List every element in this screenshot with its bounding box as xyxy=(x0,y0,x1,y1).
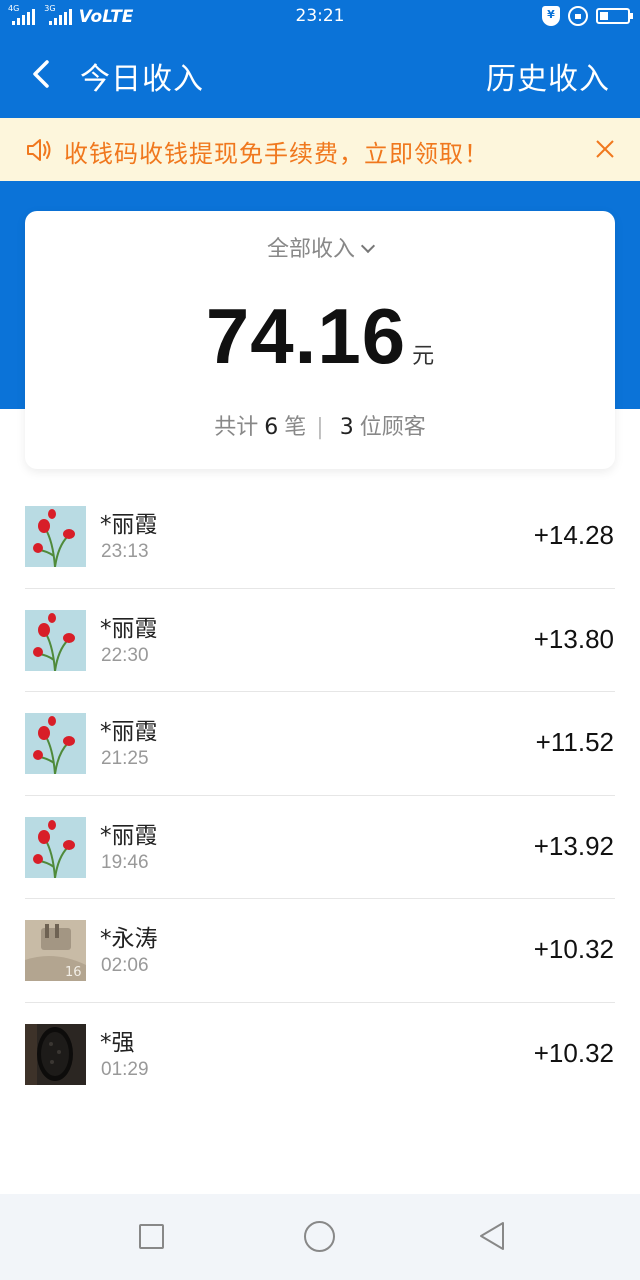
transaction-amount: +14.28 xyxy=(533,520,614,550)
avatar: 16 xyxy=(25,920,86,982)
transaction-amount: +10.32 xyxy=(533,934,614,965)
currency-unit: 元 xyxy=(412,344,435,369)
customer-count: 3 xyxy=(339,415,354,440)
app-header: 今日收入 历史收入 xyxy=(0,32,640,118)
history-income-link[interactable]: 历史收入 xyxy=(486,54,610,98)
stats-prefix: 共计 xyxy=(214,415,259,440)
payer-name: *强 xyxy=(100,1029,135,1056)
triangle-back-icon[interactable] xyxy=(478,1220,506,1252)
count-unit: 笔 xyxy=(284,415,307,440)
transaction-row[interactable]: *丽霞 23:13 +14.28 xyxy=(0,485,640,589)
total-amount-row: 74.16 元 xyxy=(25,291,615,382)
svg-text:16: 16 xyxy=(65,965,82,980)
stats-separator: | xyxy=(316,415,324,440)
speaker-icon xyxy=(27,139,51,161)
payer-name: *丽霞 xyxy=(100,822,158,849)
system-nav-bar xyxy=(0,1194,640,1280)
customers-unit: 位顾客 xyxy=(359,415,426,440)
square-icon[interactable] xyxy=(139,1224,164,1249)
circle-icon[interactable] xyxy=(304,1221,335,1252)
battery-icon xyxy=(596,8,633,24)
chevron-left-icon[interactable] xyxy=(28,59,58,89)
transaction-time: 01:29 xyxy=(101,1058,149,1080)
rotation-lock-icon xyxy=(568,6,588,26)
payer-name: *永涛 xyxy=(100,926,158,953)
avatar xyxy=(25,713,86,775)
transaction-row[interactable]: 16 *永涛 02:06 +10.32 xyxy=(0,899,640,1003)
payer-name: *丽霞 xyxy=(100,512,158,538)
transaction-row[interactable]: *丽霞 19:46 +13.92 xyxy=(0,796,640,900)
page-title: 今日收入 xyxy=(80,62,204,97)
notice-text: 收钱码收钱提现免手续费，立即领取！ xyxy=(64,140,489,168)
close-icon[interactable] xyxy=(594,138,616,160)
transaction-amount: +11.52 xyxy=(535,727,614,758)
filter-label: 全部收入 xyxy=(266,237,355,262)
summary-stats: 共计 6 笔 | 3 位顾客 xyxy=(25,409,615,441)
transaction-time: 23:13 xyxy=(101,541,149,562)
transaction-list: *丽霞 23:13 +14.28 *丽霞 22:30 +13.80 *丽霞 21:25 +11.… xyxy=(0,485,640,1107)
transaction-count: 6 xyxy=(264,415,279,440)
total-amount: 74.16 xyxy=(205,292,407,380)
transaction-time: 02:06 xyxy=(101,955,149,977)
transaction-amount: +10.32 xyxy=(533,1037,614,1068)
payer-name: *丽霞 xyxy=(100,719,158,746)
avatar xyxy=(25,609,86,671)
transaction-row[interactable]: *强 01:29 +10.32 xyxy=(0,1003,640,1107)
avatar xyxy=(25,1023,86,1085)
payment-shield-icon: ¥ xyxy=(542,6,560,26)
payer-name: *丽霞 xyxy=(100,615,158,642)
chevron-down-icon xyxy=(360,238,376,254)
transaction-time: 21:25 xyxy=(101,748,149,770)
summary-card: 全部收入 74.16 元 共计 6 笔 | 3 位顾客 xyxy=(25,211,615,469)
status-bar: 4G 3G VoLTE 23:21 ¥ xyxy=(0,0,640,32)
transaction-amount: +13.92 xyxy=(533,830,614,861)
transaction-amount: +13.80 xyxy=(533,623,614,654)
avatar xyxy=(25,816,86,878)
status-icons: ¥ xyxy=(542,6,633,26)
avatar xyxy=(25,506,86,567)
transaction-row[interactable]: *丽霞 22:30 +13.80 xyxy=(0,589,640,693)
promo-notice[interactable]: 收钱码收钱提现免手续费，立即领取！ xyxy=(0,118,640,181)
transaction-time: 19:46 xyxy=(101,851,149,873)
transaction-time: 22:30 xyxy=(101,644,149,666)
income-filter-dropdown[interactable]: 全部收入 xyxy=(25,231,615,263)
transaction-row[interactable]: *丽霞 21:25 +11.52 xyxy=(0,692,640,796)
